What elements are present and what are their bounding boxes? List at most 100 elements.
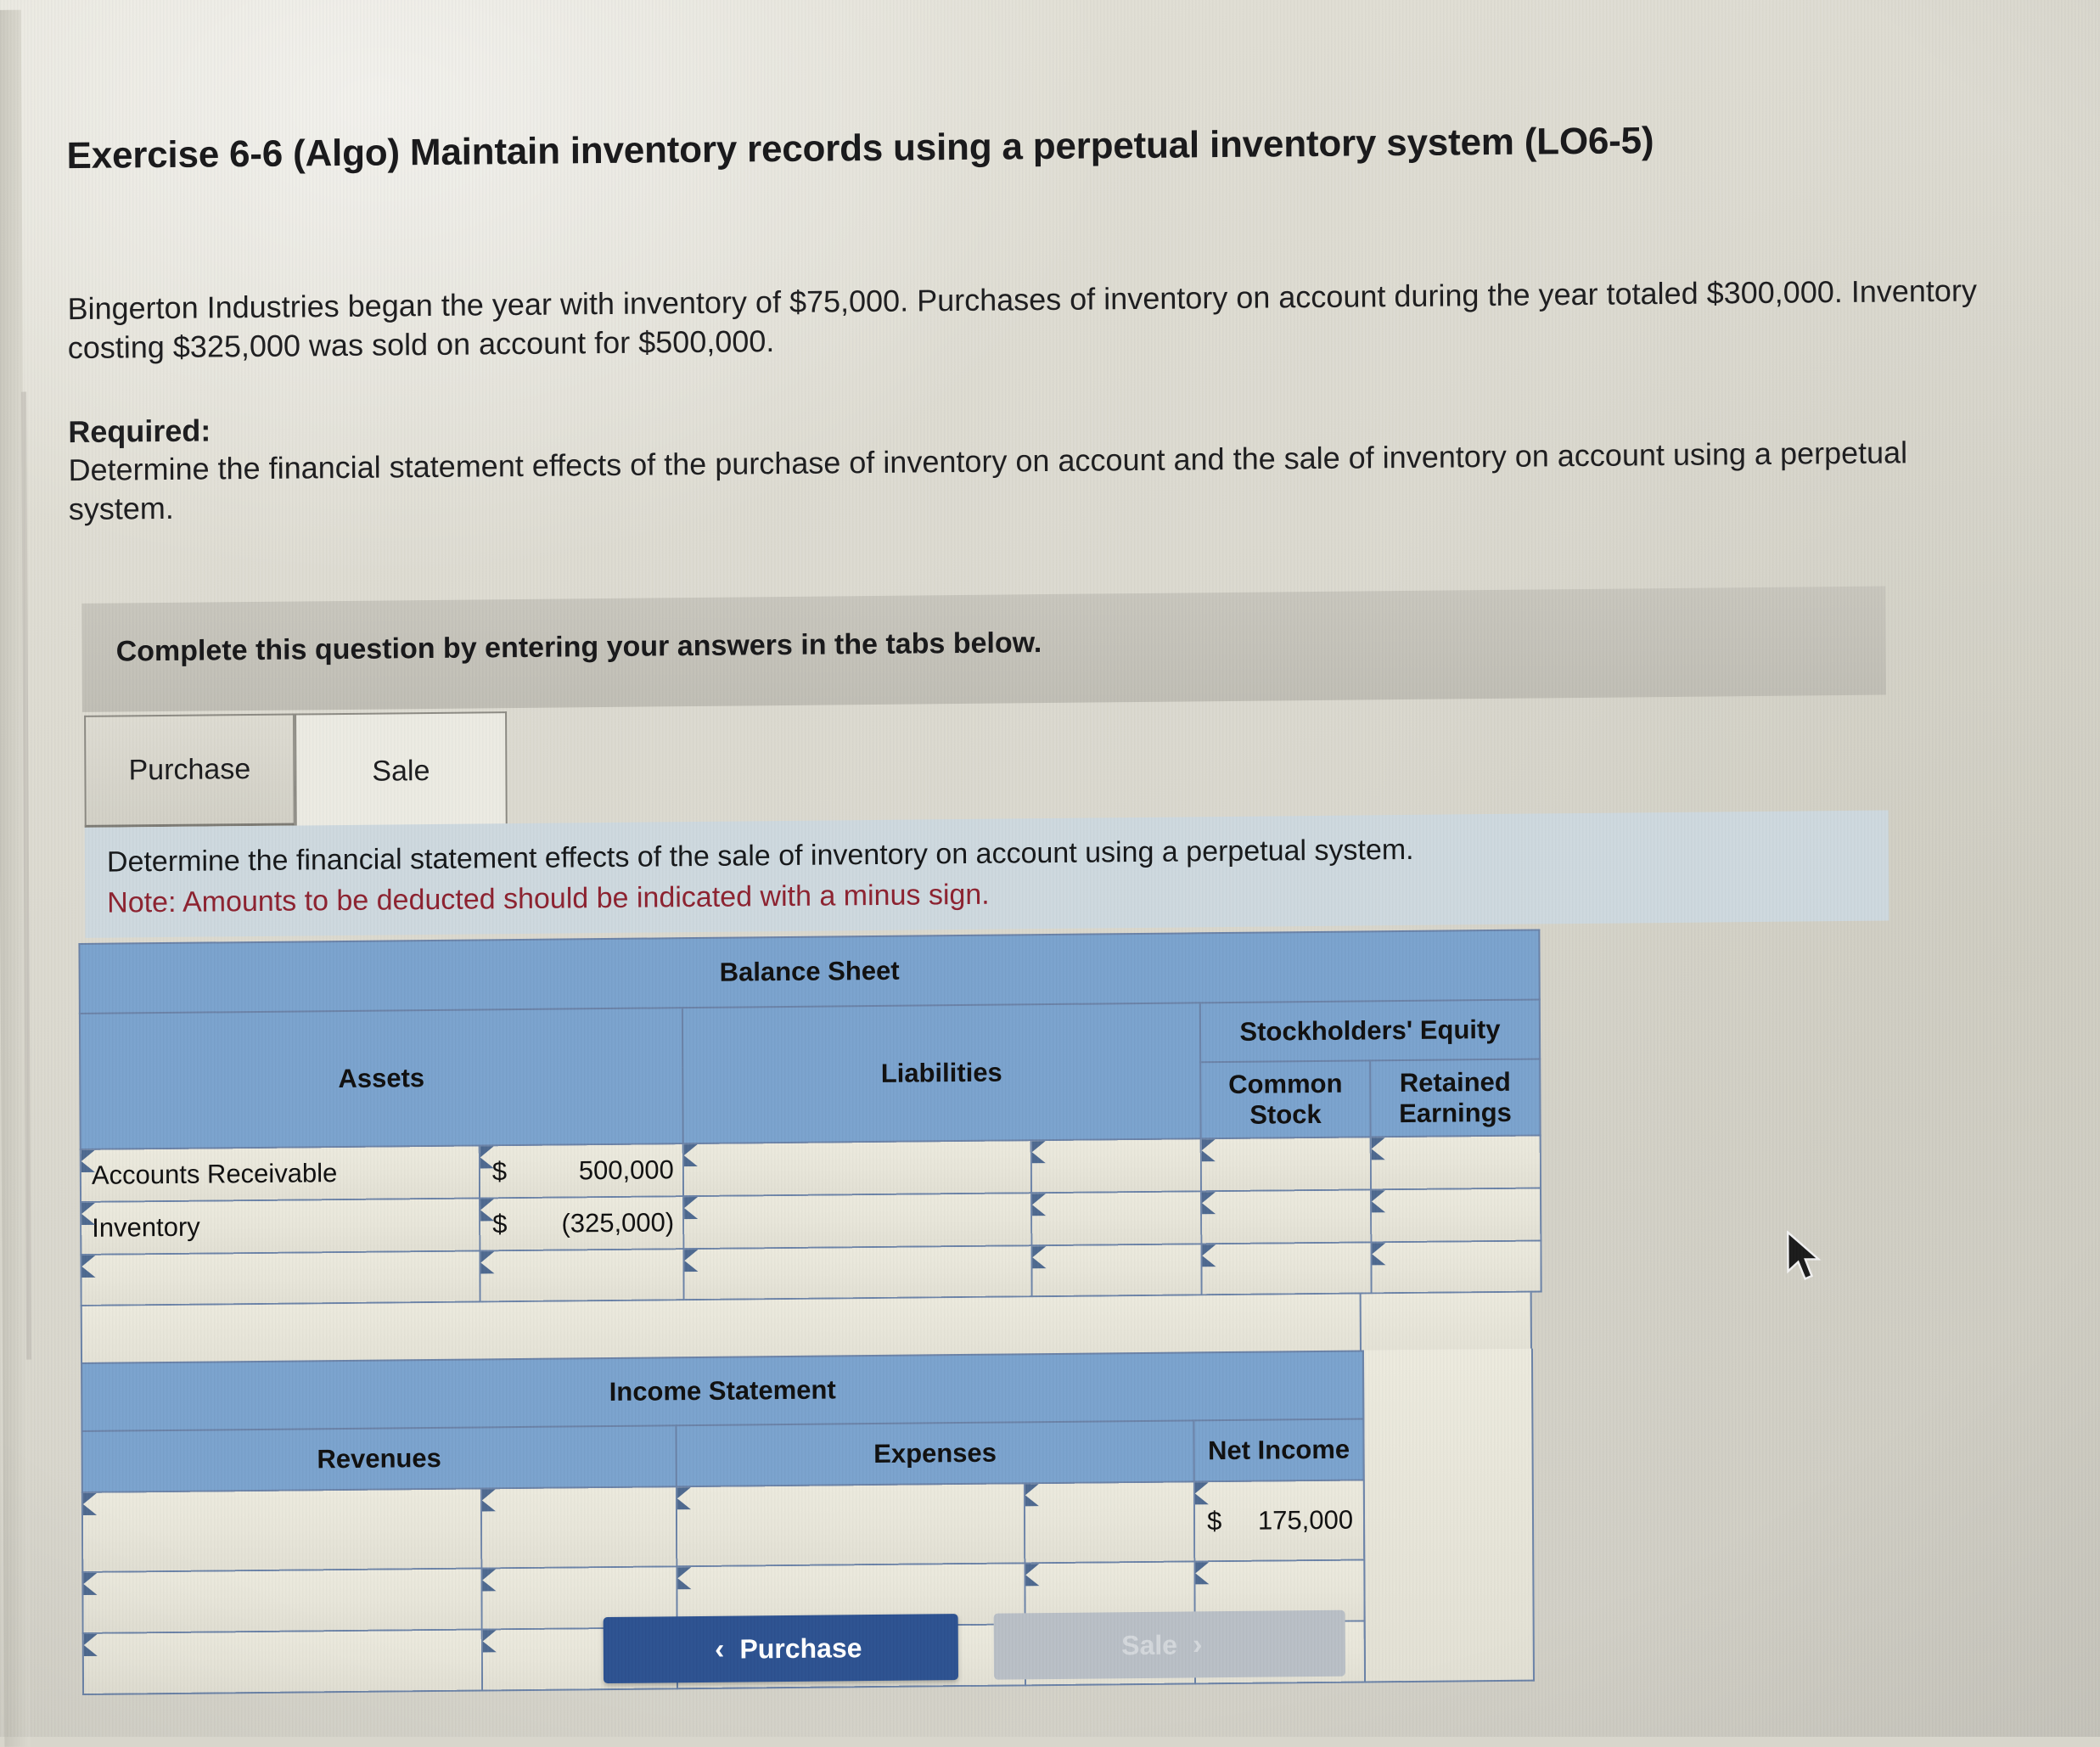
- col-group-assets: Assets: [79, 1008, 683, 1149]
- bs-asset-account-1-text: Accounts Receivable: [91, 1158, 338, 1190]
- dropdown-marker-icon: [677, 1567, 692, 1590]
- dropdown-marker-icon: [480, 1251, 495, 1274]
- bs-liability-account-3[interactable]: [683, 1245, 1032, 1300]
- bs-common-stock-3-text: [1202, 1267, 1370, 1269]
- worksheet-right-frame: [1362, 1348, 1536, 1683]
- required-label: Required:: [68, 413, 211, 450]
- col-group-liabilities: Liabilities: [682, 1003, 1201, 1144]
- col-net-income: Net Income: [1193, 1418, 1364, 1482]
- tab-purchase[interactable]: Purchase: [84, 713, 295, 828]
- is-expense-amount-1[interactable]: [1024, 1481, 1195, 1564]
- dropdown-marker-icon: [683, 1144, 698, 1167]
- bs-liability-amount-3[interactable]: [1031, 1244, 1202, 1297]
- next-sale-button[interactable]: Sale ›: [993, 1609, 1345, 1680]
- bs-liability-account-2[interactable]: [683, 1193, 1032, 1250]
- bs-asset-account-2[interactable]: Inventory: [81, 1198, 480, 1255]
- worksheet-gap-right-cell: [1359, 1292, 1530, 1351]
- required-body: Determine the financial statement effect…: [68, 435, 1908, 527]
- col-expenses: Expenses: [676, 1420, 1194, 1487]
- bs-asset-amount-1-value: 500,000: [578, 1154, 674, 1186]
- dropdown-marker-icon: [1371, 1138, 1385, 1160]
- next-sale-label: Sale: [1121, 1629, 1178, 1660]
- col-revenues: Revenues: [81, 1425, 677, 1492]
- is-expense-amount-2-text: [1025, 1592, 1193, 1593]
- bs-common-stock-1[interactable]: [1200, 1137, 1371, 1192]
- dropdown-marker-icon: [1032, 1246, 1047, 1269]
- bs-common-stock-2-text: [1202, 1216, 1370, 1217]
- is-revenue-account-2[interactable]: [82, 1568, 482, 1633]
- bs-liability-account-3-text: [685, 1271, 1031, 1274]
- bs-asset-amount-3-text: [481, 1274, 683, 1276]
- is-expense-account-1-text: [677, 1523, 1024, 1526]
- income-statement-title-row: Income Statement: [81, 1351, 1364, 1431]
- bs-asset-amount-2[interactable]: $ (325,000): [480, 1196, 684, 1251]
- prev-purchase-label: Purchase: [739, 1632, 862, 1665]
- dropdown-marker-icon: [1202, 1244, 1216, 1267]
- bs-liability-amount-2[interactable]: [1031, 1191, 1202, 1246]
- is-expense-account-1[interactable]: [676, 1483, 1025, 1567]
- is-revenue-account-1-text: [83, 1528, 480, 1531]
- dropdown-marker-icon: [1025, 1484, 1039, 1507]
- is-revenue-account-3[interactable]: [82, 1629, 483, 1694]
- dropdown-marker-icon: [1031, 1141, 1046, 1164]
- is-net-income-1-value: 175,000: [1257, 1504, 1354, 1536]
- bs-liability-account-1[interactable]: [682, 1140, 1032, 1197]
- is-net-income-1[interactable]: $175,000: [1193, 1480, 1365, 1562]
- instruction-panel: Determine the financial statement effect…: [84, 810, 1889, 938]
- bs-retained-earnings-1-text: [1372, 1161, 1540, 1163]
- instruction-note: Note: Amounts to be deducted should be i…: [107, 878, 990, 919]
- worksheet: Balance Sheet Assets Liabilities Stockho…: [78, 929, 1544, 1695]
- chevron-left-icon: ‹: [715, 1632, 725, 1666]
- is-revenue-account-1[interactable]: [81, 1488, 482, 1572]
- bs-retained-earnings-2[interactable]: [1370, 1188, 1541, 1243]
- col-group-stockholders-equity: Stockholders' Equity: [1199, 999, 1541, 1063]
- bs-common-stock-3[interactable]: [1201, 1242, 1372, 1295]
- dropdown-marker-icon: [1194, 1482, 1209, 1505]
- prev-purchase-button[interactable]: ‹ Purchase: [603, 1614, 959, 1684]
- dropdown-marker-icon: [1032, 1194, 1047, 1216]
- dropdown-marker-icon: [677, 1487, 691, 1510]
- dropdown-marker-icon: [482, 1569, 497, 1592]
- tab-sale[interactable]: Sale: [295, 711, 508, 829]
- dropdown-marker-icon: [83, 1572, 98, 1595]
- bs-common-stock-2[interactable]: [1200, 1189, 1372, 1244]
- dropdown-marker-icon: [1201, 1139, 1216, 1162]
- is-revenue-account-2-text: [84, 1598, 481, 1602]
- bs-liability-amount-1-text: [1032, 1165, 1200, 1166]
- chevron-right-icon: ›: [1192, 1627, 1203, 1660]
- bs-common-stock-1-text: [1202, 1163, 1370, 1165]
- dropdown-marker-icon: [81, 1202, 96, 1225]
- bs-liability-account-1-text: [684, 1166, 1030, 1170]
- bs-asset-account-1[interactable]: Accounts Receivable: [80, 1145, 480, 1202]
- bs-asset-account-2-text: Inventory: [92, 1211, 200, 1243]
- bs-retained-earnings-3[interactable]: [1371, 1240, 1541, 1294]
- screen-content: Exercise 6-6 (Algo) Maintain inventory r…: [0, 0, 2100, 1747]
- is-revenue-amount-1[interactable]: [480, 1486, 677, 1569]
- dropdown-marker-icon: [1372, 1243, 1386, 1266]
- instruction-text: Determine the financial statement effect…: [106, 833, 1414, 879]
- bs-liability-account-2-text: [684, 1219, 1030, 1222]
- bs-retained-earnings-1[interactable]: [1370, 1135, 1541, 1190]
- bs-retained-earnings-2-text: [1372, 1214, 1540, 1216]
- dropdown-marker-icon: [1201, 1192, 1216, 1215]
- bs-asset-amount-1[interactable]: $500,000: [479, 1143, 684, 1199]
- dropdown-marker-icon: [684, 1197, 699, 1220]
- complete-question-banner: Complete this question by entering your …: [81, 586, 1886, 712]
- is-revenue-account-3-text: [84, 1660, 481, 1663]
- problem-statement: Bingerton Industries began the year with…: [67, 272, 1977, 366]
- is-expense-amount-1-text: [1025, 1521, 1193, 1523]
- col-retained-earnings: Retained Earnings: [1370, 1059, 1541, 1138]
- complete-question-text: Complete this question by entering your …: [115, 626, 1042, 668]
- is-expense-account-2-text: [677, 1593, 1024, 1597]
- tab-sale-label: Sale: [372, 754, 430, 788]
- bs-liability-amount-1[interactable]: [1030, 1138, 1201, 1194]
- dropdown-marker-icon: [1195, 1562, 1210, 1585]
- dropdown-marker-icon: [81, 1149, 95, 1172]
- is-net-income-2-text: [1195, 1590, 1363, 1592]
- dropdown-marker-icon: [1371, 1190, 1386, 1213]
- bs-liability-amount-2-text: [1032, 1217, 1200, 1219]
- bs-asset-account-3[interactable]: [81, 1250, 480, 1306]
- tab-purchase-label: Purchase: [128, 753, 251, 787]
- bs-asset-amount-3[interactable]: [480, 1249, 684, 1302]
- dropdown-marker-icon: [684, 1250, 699, 1272]
